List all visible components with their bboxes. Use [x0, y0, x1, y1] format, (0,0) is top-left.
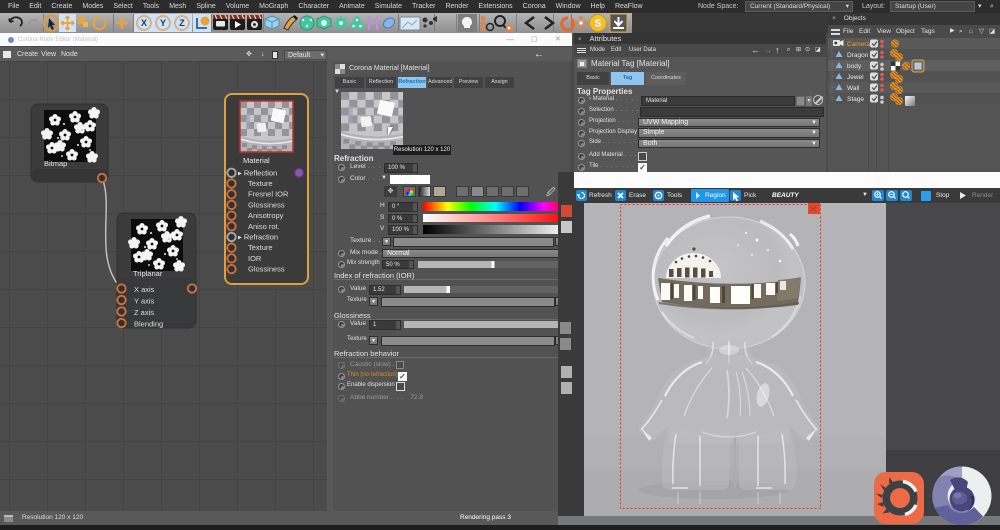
svg-text:Glossiness: Glossiness [248, 265, 285, 274]
svg-text:Wall: Wall [847, 85, 860, 92]
svg-text:Bitmap: Bitmap [44, 159, 67, 168]
svg-text:Triplanar: Triplanar [133, 269, 163, 278]
svg-text:X: X [141, 18, 147, 28]
svg-text:IOR: IOR [248, 254, 262, 263]
svg-text:Camera: Camera [847, 41, 871, 48]
svg-text:Material: Material [243, 156, 270, 165]
svg-text:body: body [847, 63, 862, 70]
svg-text:Y: Y [160, 18, 166, 28]
svg-text:Blending: Blending [134, 320, 163, 329]
svg-text:S: S [595, 19, 602, 30]
svg-text:Glossiness: Glossiness [248, 200, 285, 209]
svg-text:Dragon: Dragon [847, 52, 869, 59]
svg-text:Z axis: Z axis [134, 308, 154, 317]
svg-text:Fresnel IOR: Fresnel IOR [248, 190, 289, 199]
svg-text:Stage: Stage [847, 96, 864, 103]
svg-text:Texture: Texture [248, 179, 273, 188]
svg-text:▸ Refraction: ▸ Refraction [238, 233, 278, 242]
svg-text:Aniso rot.: Aniso rot. [248, 222, 280, 231]
svg-text:Y axis: Y axis [134, 297, 155, 306]
svg-text:▸ Reflection: ▸ Reflection [238, 169, 277, 178]
svg-text:Anisotropy: Anisotropy [248, 211, 284, 220]
svg-text:Jewel: Jewel [847, 74, 864, 81]
svg-text:Z: Z [179, 18, 185, 28]
svg-text:X axis: X axis [134, 285, 155, 294]
svg-text:Texture: Texture [248, 243, 273, 252]
